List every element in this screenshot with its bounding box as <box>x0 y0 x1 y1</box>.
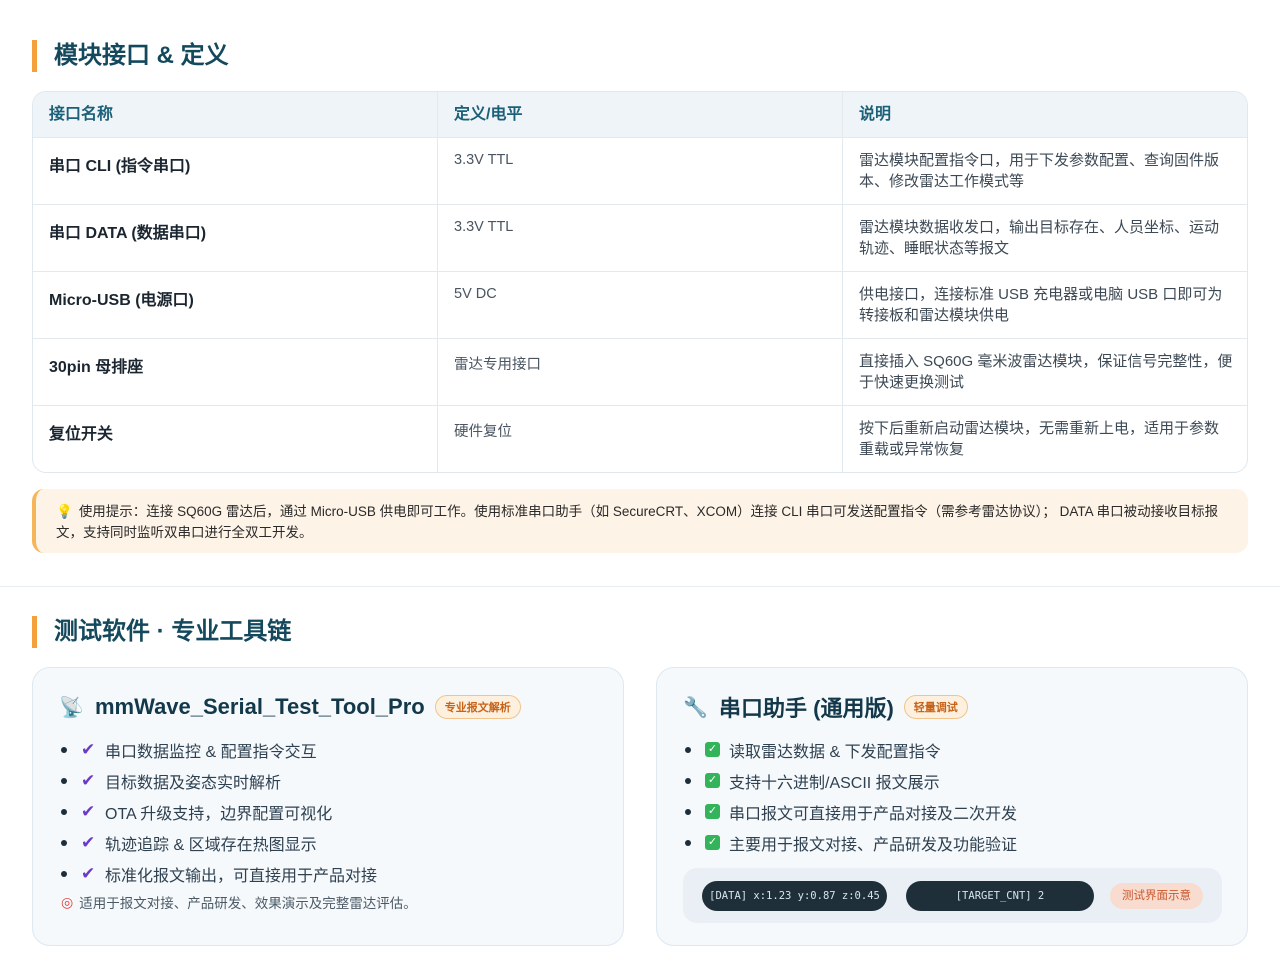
cell-interface-desc: 雷达模块配置指令口，用于下发参数配置、查询固件版本、修改雷达工作模式等 <box>859 152 1220 190</box>
terminal-line-target-count: [TARGET_CNT] 2 <box>906 881 1094 911</box>
footnote-text: 适用于报文对接、产品研发、效果演示及完整雷达评估。 <box>79 896 417 911</box>
bullet-dot <box>685 746 691 753</box>
card-badge: 专业报文解析 <box>434 695 521 719</box>
bullet-dot <box>61 870 67 877</box>
feature-text: 主要用于报文对接、产品研发及功能验证 <box>729 836 1018 854</box>
bullet-dot <box>685 777 691 784</box>
check-icon: ✔ <box>81 863 96 883</box>
table-row: 30pin 母排座 雷达专用接口 直接插入 SQ60G 毫米波雷达模块，保证信号… <box>33 339 1247 406</box>
checkbox-check-icon: ✓ <box>705 804 720 819</box>
section-title-interfaces: 模块接口 & 定义 <box>32 40 229 72</box>
list-item: ✓ 读取雷达数据 & 下发配置指令 <box>685 734 1017 765</box>
bullet-dot <box>61 839 67 846</box>
usage-tip-text: 使用提示：连接 SQ60G 雷达后，通过 Micro-USB 供电即可工作。使用… <box>56 504 1219 540</box>
card-title: 串口助手 (通用版) <box>719 696 894 721</box>
usage-tip: 💡 使用提示：连接 SQ60G 雷达后，通过 Micro-USB 供电即可工作。使… <box>32 489 1248 553</box>
feature-text: 串口报文可直接用于产品对接及二次开发 <box>729 805 1018 823</box>
tool-card-pro: 📡 mmWave_Serial_Test_Tool_Pro 专业报文解析 ✔ 串口… <box>32 667 624 946</box>
target-icon: ◎ <box>61 893 74 910</box>
feature-text: 轨迹追踪 & 区域存在热图显示 <box>105 836 317 854</box>
checkbox-check-icon: ✓ <box>705 742 720 757</box>
cell-interface-name: 串口 DATA (数据串口) <box>33 205 438 271</box>
cell-interface-def: 3.3V TTL <box>438 205 843 271</box>
check-icon: ✔ <box>81 739 96 759</box>
check-icon: ✔ <box>81 801 96 821</box>
feature-text: 标准化报文输出，可直接用于产品对接 <box>105 867 378 885</box>
checkbox-check-icon: ✓ <box>705 773 720 788</box>
cell-interface-desc: 供电接口，连接标准 USB 充电器或电脑 USB 口即可为转接板和雷达模块供电 <box>859 286 1223 324</box>
card-header: 📡 mmWave_Serial_Test_Tool_Pro 专业报文解析 <box>59 692 521 722</box>
demo-preview-panel: [DATA] x:1.23 y:0.87 z:0.45 [TARGET_CNT]… <box>683 868 1222 923</box>
card-header: 🔧 串口助手 (通用版) 轻量调试 <box>683 692 968 722</box>
check-icon: ✔ <box>81 832 96 852</box>
cell-interface-desc: 直接插入 SQ60G 毫米波雷达模块，保证信号完整性，便于快速更换测试 <box>859 353 1233 391</box>
list-item: ✔ 标准化报文输出，可直接用于产品对接 <box>61 858 377 889</box>
bullet-dot <box>61 808 67 815</box>
feature-text: 串口数据监控 & 配置指令交互 <box>105 743 317 761</box>
feature-list: ✔ 串口数据监控 & 配置指令交互 ✔ 目标数据及姿态实时解析 ✔ OTA 升级支持，… <box>61 734 377 889</box>
list-item: ✔ 轨迹追踪 & 区域存在热图显示 <box>61 827 377 858</box>
cell-interface-def: 雷达专用接口 <box>438 339 843 405</box>
cell-interface-name: 30pin 母排座 <box>33 339 438 405</box>
checkbox-check-icon: ✓ <box>705 835 720 850</box>
wrench-icon: 🔧 <box>683 696 708 719</box>
column-header-name: 接口名称 <box>33 92 438 137</box>
card-footnote: ◎ 适用于报文对接、产品研发、效果演示及完整雷达评估。 <box>61 892 417 912</box>
feature-text: 支持十六进制/ASCII 报文展示 <box>729 774 940 792</box>
list-item: ✔ OTA 升级支持，边界配置可视化 <box>61 796 377 827</box>
section-divider <box>0 586 1280 587</box>
bullet-dot <box>61 746 67 753</box>
cell-interface-name: Micro-USB (电源口) <box>33 272 438 338</box>
cell-interface-desc: 雷达模块数据收发口，输出目标存在、人员坐标、运动轨迹、睡眠状态等报文 <box>859 219 1220 257</box>
list-item: ✔ 目标数据及姿态实时解析 <box>61 765 377 796</box>
table-header-row: 接口名称 定义/电平 说明 <box>33 92 1247 138</box>
list-item: ✓ 主要用于报文对接、产品研发及功能验证 <box>685 827 1017 858</box>
cell-interface-def: 3.3V TTL <box>438 138 843 204</box>
cell-interface-name: 复位开关 <box>33 406 438 472</box>
bullet-dot <box>61 777 67 784</box>
feature-text: OTA 升级支持，边界配置可视化 <box>105 805 333 823</box>
card-title: mmWave_Serial_Test_Tool_Pro <box>95 694 425 719</box>
cell-interface-desc: 按下后重新启动雷达模块，无需重新上电，适用于参数重载或异常恢复 <box>859 420 1220 458</box>
tool-card-assistant: 🔧 串口助手 (通用版) 轻量调试 ✓ 读取雷达数据 & 下发配置指令 ✓ 支持十六… <box>656 667 1248 946</box>
bullet-dot <box>685 839 691 846</box>
card-badge: 轻量调试 <box>903 695 968 719</box>
interface-table: 接口名称 定义/电平 说明 串口 CLI (指令串口) 3.3V TTL 雷达模… <box>32 91 1248 473</box>
table-row: Micro-USB (电源口) 5V DC 供电接口，连接标准 USB 充电器或… <box>33 272 1247 339</box>
table-row: 串口 DATA (数据串口) 3.3V TTL 雷达模块数据收发口，输出目标存在… <box>33 205 1247 272</box>
check-icon: ✔ <box>81 770 96 790</box>
satellite-dish-icon: 📡 <box>59 696 84 719</box>
feature-text: 读取雷达数据 & 下发配置指令 <box>729 743 941 761</box>
table-row: 复位开关 硬件复位 按下后重新启动雷达模块，无需重新上电，适用于参数重载或异常恢… <box>33 406 1247 472</box>
section-title-software: 测试软件 · 专业工具链 <box>32 616 291 648</box>
list-item: ✓ 支持十六进制/ASCII 报文展示 <box>685 765 1017 796</box>
list-item: ✔ 串口数据监控 & 配置指令交互 <box>61 734 377 765</box>
feature-list: ✓ 读取雷达数据 & 下发配置指令 ✓ 支持十六进制/ASCII 报文展示 ✓ 串口报… <box>685 734 1017 858</box>
lightbulb-icon: 💡 <box>56 504 73 519</box>
feature-text: 目标数据及姿态实时解析 <box>105 774 282 792</box>
column-header-description: 说明 <box>859 106 892 123</box>
demo-label: 测试界面示意 <box>1110 883 1203 909</box>
cell-interface-def: 硬件复位 <box>438 406 843 472</box>
cell-interface-name: 串口 CLI (指令串口) <box>33 138 438 204</box>
column-header-definition: 定义/电平 <box>438 92 843 137</box>
terminal-line-data: [DATA] x:1.23 y:0.87 z:0.45 <box>702 881 887 911</box>
list-item: ✓ 串口报文可直接用于产品对接及二次开发 <box>685 796 1017 827</box>
cell-interface-def: 5V DC <box>438 272 843 338</box>
bullet-dot <box>685 808 691 815</box>
table-row: 串口 CLI (指令串口) 3.3V TTL 雷达模块配置指令口，用于下发参数配… <box>33 138 1247 205</box>
